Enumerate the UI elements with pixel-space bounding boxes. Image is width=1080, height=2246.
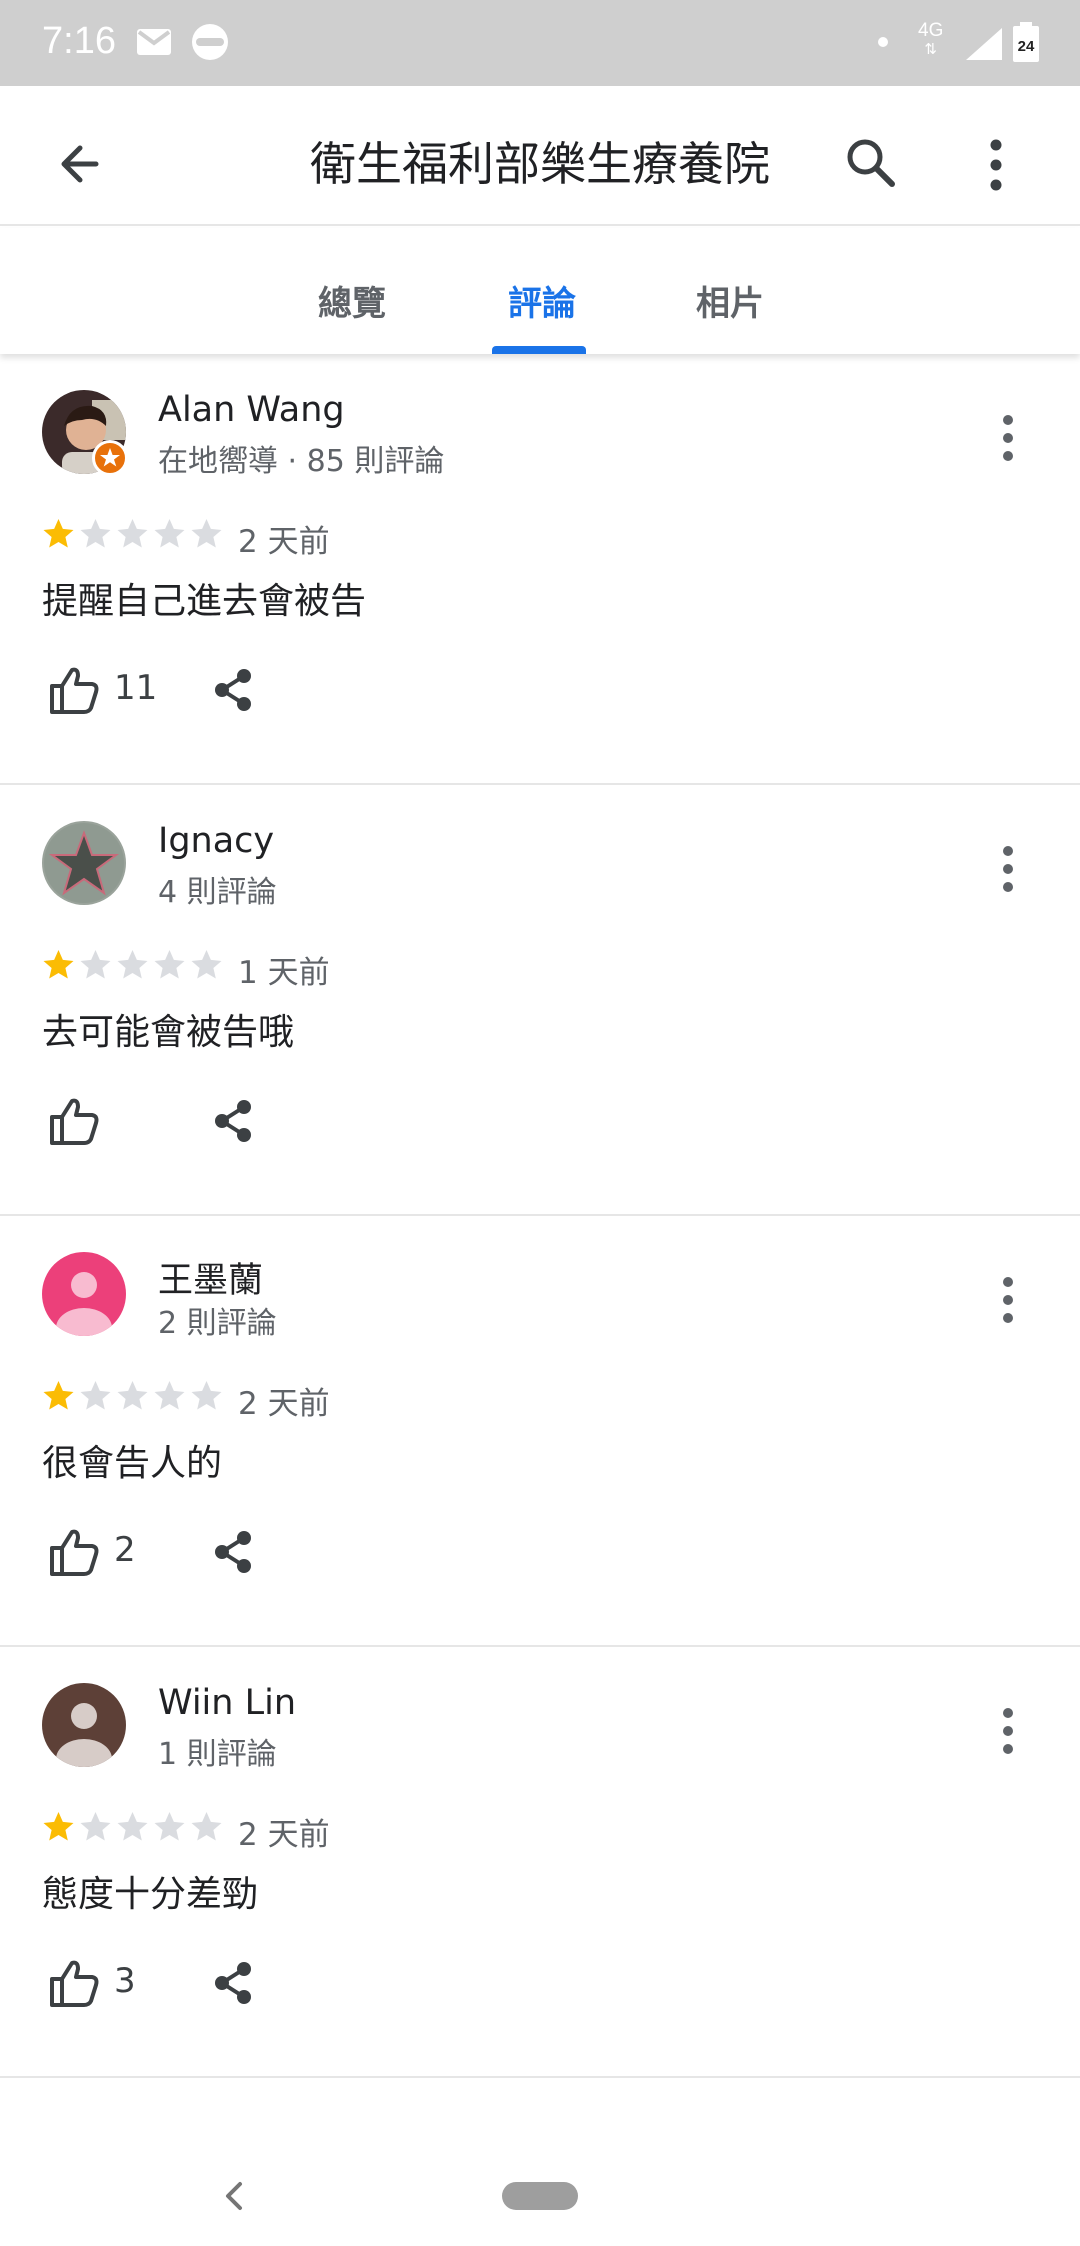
more-vert-icon[interactable] [990,408,1026,468]
review-text: 很會告人的 [42,1443,223,1484]
star-empty-icon [117,1381,148,1410]
search-icon[interactable] [838,130,904,196]
battery-level: 24 [1018,38,1035,55]
star-empty-icon [191,1381,222,1410]
share-icon[interactable] [210,666,256,714]
star-empty-icon [117,950,148,979]
reviewer-subtitle: 4 則評論 [158,875,277,910]
star-rating [40,1378,225,1414]
battery-icon: 24 [1013,22,1039,62]
avatar[interactable] [42,821,126,905]
reviewer-name[interactable]: Alan Wang [158,390,345,430]
data-arrows-icon: ⇅ [924,41,937,58]
tab-bar: 總覽 評論 相片 [0,228,1080,354]
star-empty-icon [191,1812,222,1841]
star-empty-icon [154,519,185,548]
reviewer-name[interactable]: Ignacy [158,821,274,861]
like-count: 3 [114,1961,136,2001]
more-vert-icon[interactable] [970,130,1022,200]
active-tab-indicator [492,346,586,354]
reviewer-subtitle: 2 則評論 [158,1306,277,1341]
network-type: 4G ⇅ [918,20,944,59]
review-date: 2 天前 [238,1386,330,1422]
star-empty-icon [154,1381,185,1410]
reviewer-subtitle: 在地嚮導 · 85 則評論 [158,444,445,479]
like-count: 2 [114,1530,136,1570]
reviewer-subtitle: 1 則評論 [158,1737,277,1772]
reviewer-name[interactable]: 王墨蘭 [158,1252,263,1303]
home-pill-icon[interactable] [502,2182,578,2210]
review-text: 去可能會被告哦 [42,1012,295,1053]
status-bar: 7:16 4G ⇅ 24 [0,0,1080,86]
share-icon[interactable] [210,1097,256,1145]
star-empty-icon [80,1812,111,1841]
cloud-icon [192,24,228,60]
star-empty-icon [117,1812,148,1841]
app-bar: 衛生福利部樂生療養院 [0,86,1080,226]
signal-icon [966,28,1002,60]
tab-overview[interactable]: 總覽 [318,276,386,325]
nav-back-icon[interactable] [220,2178,250,2214]
review-text: 態度十分差勁 [42,1874,259,1915]
more-vert-icon[interactable] [990,1270,1026,1330]
like-count: 11 [114,668,158,708]
notification-dot-icon [878,37,888,47]
network-label: 4G [918,20,944,41]
tab-reviews[interactable]: 評論 [508,276,576,325]
default-avatar-icon [42,1252,126,1336]
default-avatar-icon [42,1683,126,1767]
review-date: 1 天前 [238,955,330,991]
star-empty-icon [154,950,185,979]
more-vert-icon[interactable] [990,839,1026,899]
star-filled-icon [43,950,74,979]
star-rating [40,947,225,983]
share-icon[interactable] [210,1959,256,2007]
star-empty-icon [191,950,222,979]
thumb-up-icon[interactable] [48,1957,100,2009]
review-card: Alan Wang 在地嚮導 · 85 則評論 2 天前 提醒自己進去會被告 1… [0,354,1080,785]
star-filled-icon [43,1381,74,1410]
star-empty-icon [191,519,222,548]
local-guide-badge-icon [92,440,128,476]
star-empty-icon [80,950,111,979]
avatar[interactable] [42,1252,126,1336]
thumb-up-icon[interactable] [48,1526,100,1578]
star-filled-icon [43,519,74,548]
page-title: 衛生福利部樂生療養院 [310,137,770,191]
review-card: 王墨蘭 2 則評論 2 天前 很會告人的 2 [0,1216,1080,1647]
thumb-up-icon[interactable] [48,664,100,716]
review-date: 2 天前 [238,524,330,560]
star-empty-icon [80,519,111,548]
screen: 7:16 4G ⇅ 24 衛生福利部樂生療養院 總覽 評論 相片 Alan Wa… [0,0,1080,2246]
thumb-up-icon[interactable] [48,1095,100,1147]
star-rating [40,516,225,552]
star-empty-icon [117,519,148,548]
status-time: 7:16 [42,20,116,62]
star-empty-icon [154,1812,185,1841]
review-text: 提醒自己進去會被告 [42,581,367,622]
star-filled-icon [43,1812,74,1841]
star-rating [40,1809,225,1845]
tab-photos[interactable]: 相片 [696,276,764,325]
review-date: 2 天前 [238,1817,330,1853]
reviewer-name[interactable]: Wiin Lin [158,1683,296,1723]
review-card: Ignacy 4 則評論 1 天前 去可能會被告哦 [0,785,1080,1216]
more-vert-icon[interactable] [990,1701,1026,1761]
review-card: Wiin Lin 1 則評論 2 天前 態度十分差勁 3 [0,1647,1080,2078]
avatar[interactable] [42,1683,126,1767]
gmail-icon [137,29,171,55]
share-icon[interactable] [210,1528,256,1576]
system-nav-bar [0,2100,1080,2246]
reviewer-photo [42,821,126,905]
star-empty-icon [80,1381,111,1410]
